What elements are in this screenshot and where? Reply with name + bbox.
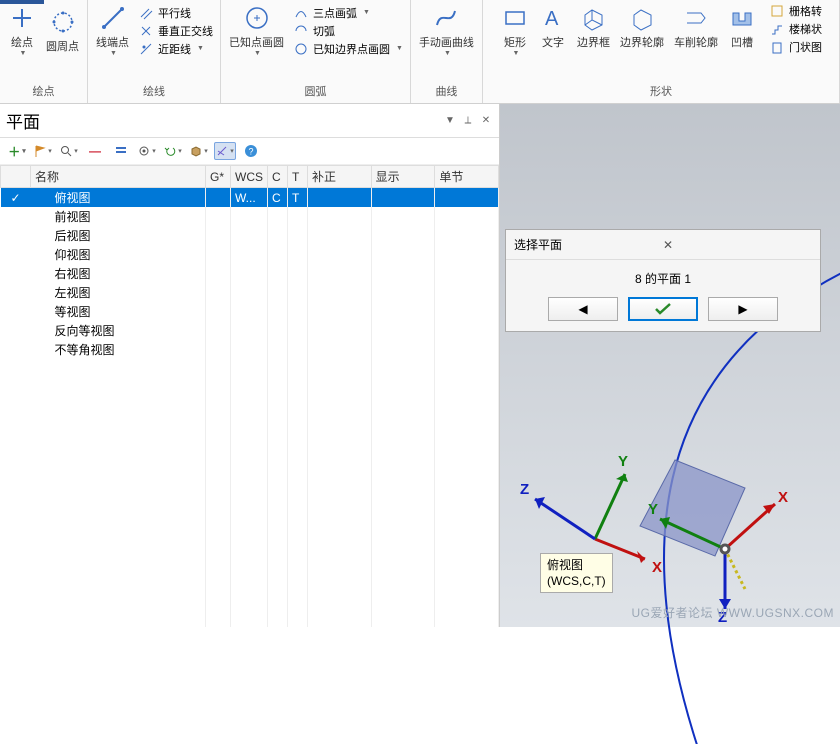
table-row[interactable]: ✓俯视图W...CT xyxy=(1,188,499,208)
planes-table: 名称 G* WCS C T 补正 显示 单节 ✓俯视图W...CT前视图后视图仰… xyxy=(0,165,499,627)
ribbon-group-arcs: 已知点画圆▼ 三点画弧▼ 切弧 已知边界点画圆▼ 圆弧 xyxy=(221,0,411,103)
axis-x-label-2: X xyxy=(778,489,788,506)
table-row[interactable]: 右视图 xyxy=(1,264,499,283)
planes-panel: 平面 ▼ ⟂ ✕ ＋▾ ▾ ▾ — ▾ ▾ ▾ ▾ ? 名称 G* xyxy=(0,104,500,627)
toolbar-undo-button[interactable]: ▾ xyxy=(162,142,184,160)
table-row[interactable] xyxy=(1,529,499,546)
dialog-status: 8 的平面 1 xyxy=(516,270,810,287)
groove-button[interactable]: 凹槽 xyxy=(724,2,760,52)
dialog-close-icon[interactable]: ✕ xyxy=(663,238,812,252)
toolbar-list-button[interactable] xyxy=(110,142,132,160)
rect-button[interactable]: 矩形▼ xyxy=(497,2,533,59)
toolbar-add-button[interactable]: ＋▾ xyxy=(6,142,28,160)
circle-point-button[interactable]: 圆周点 xyxy=(42,6,83,56)
dialog-title: 选择平面 xyxy=(514,236,663,253)
parallel-line-button[interactable]: 平行线 xyxy=(135,4,216,22)
door-button[interactable]: 门状图 xyxy=(766,38,825,56)
table-row[interactable] xyxy=(1,461,499,478)
axis-y-label-2: Y xyxy=(648,501,658,518)
table-row[interactable] xyxy=(1,410,499,427)
panel-toolbar: ＋▾ ▾ ▾ — ▾ ▾ ▾ ▾ ? xyxy=(0,138,499,165)
table-row[interactable]: 前视图 xyxy=(1,207,499,226)
toolbar-remove-button[interactable]: — xyxy=(84,142,106,160)
near-line-button[interactable]: 近距线▼ xyxy=(135,40,216,58)
dialog-next-button[interactable]: ▶ xyxy=(708,297,778,321)
table-row[interactable] xyxy=(1,376,499,393)
toolbar-gear-button[interactable]: ▾ xyxy=(136,142,158,160)
ribbon-group-shapes: 矩形▼ A文字 边界框 边界轮廓 车削轮廓 凹槽 栅格转 楼梯状 门状图 形状 xyxy=(483,0,840,103)
ribbon-group-points: 绘点▼ 圆周点 绘点 xyxy=(0,0,88,103)
known-edge-arc-button[interactable]: 已知边界点画圆▼ xyxy=(290,40,406,58)
table-header: 名称 G* WCS C T 补正 显示 单节 xyxy=(1,166,499,188)
table-row[interactable]: 不等角视图 xyxy=(1,340,499,359)
select-plane-dialog: 选择平面 ✕ 8 的平面 1 ◀ ▶ xyxy=(505,229,821,332)
table-row[interactable] xyxy=(1,580,499,597)
table-row[interactable] xyxy=(1,546,499,563)
viewport-geometry: X Y Z X Y Z xyxy=(500,424,840,624)
toolbar-search-button[interactable]: ▾ xyxy=(58,142,80,160)
table-row[interactable] xyxy=(1,512,499,529)
line-endpoint-button[interactable]: 线端点▼ xyxy=(92,2,133,59)
manual-spline-button[interactable]: 手动画曲线▼ xyxy=(415,2,478,59)
dialog-prev-button[interactable]: ◀ xyxy=(548,297,618,321)
table-row[interactable] xyxy=(1,359,499,376)
dialog-ok-button[interactable] xyxy=(628,297,698,321)
known-pt-arc-button[interactable]: 已知点画圆▼ xyxy=(225,2,288,59)
viewport-3d[interactable]: 选择平面 ✕ 8 的平面 1 ◀ ▶ X Y xyxy=(500,104,840,627)
panel-dropdown-icon[interactable]: ▼ xyxy=(443,114,457,128)
watermark: UG爱好者论坛 WWW.UGSNX.COM xyxy=(632,604,835,621)
toolbar-axes-button[interactable]: ▾ xyxy=(214,142,236,160)
toolbar-help-button[interactable]: ? xyxy=(240,142,262,160)
ribbon: 绘点▼ 圆周点 绘点 线端点▼ 平行线 垂直正交线 近距线▼ 绘线 xyxy=(0,0,840,104)
turning-button[interactable]: 车削轮廓 xyxy=(670,2,722,52)
table-row[interactable] xyxy=(1,614,499,627)
axis-z-label: Z xyxy=(520,481,529,498)
table-row[interactable] xyxy=(1,495,499,512)
axis-y-label: Y xyxy=(618,453,628,470)
table-row[interactable]: 等视图 xyxy=(1,302,499,321)
toolbar-box-button[interactable]: ▾ xyxy=(188,142,210,160)
panel-title: 平面 xyxy=(6,108,439,133)
panel-pin-icon[interactable]: ⟂ xyxy=(461,114,475,128)
svg-text:A: A xyxy=(545,8,559,30)
stair-button[interactable]: 楼梯状 xyxy=(766,20,825,38)
ribbon-group-lines: 线端点▼ 平行线 垂直正交线 近距线▼ 绘线 xyxy=(88,0,221,103)
three-pt-arc-button[interactable]: 三点画弧▼ xyxy=(290,4,406,22)
bbox-button[interactable]: 边界框 xyxy=(573,2,614,52)
perp-line-button[interactable]: 垂直正交线 xyxy=(135,22,216,40)
panel-close-icon[interactable]: ✕ xyxy=(479,114,493,128)
table-row[interactable]: 左视图 xyxy=(1,283,499,302)
sketch-point-button[interactable]: 绘点▼ xyxy=(4,2,40,59)
outline-button[interactable]: 边界轮廓 xyxy=(616,2,668,52)
table-row[interactable] xyxy=(1,393,499,410)
axis-x-label: X xyxy=(652,559,662,576)
table-row[interactable] xyxy=(1,427,499,444)
text-button[interactable]: A文字 xyxy=(535,2,571,52)
table-row[interactable]: 仰视图 xyxy=(1,245,499,264)
grid-rotate-button[interactable]: 栅格转 xyxy=(766,2,825,20)
table-row[interactable] xyxy=(1,597,499,614)
toolbar-flag-button[interactable]: ▾ xyxy=(32,142,54,160)
table-row[interactable] xyxy=(1,478,499,495)
tangent-arc-button[interactable]: 切弧 xyxy=(290,22,406,40)
svg-text:?: ? xyxy=(249,147,254,157)
ribbon-group-splines: 手动画曲线▼ 曲线 xyxy=(411,0,483,103)
table-row[interactable] xyxy=(1,444,499,461)
table-row[interactable] xyxy=(1,563,499,580)
table-row[interactable]: 反向等视图 xyxy=(1,321,499,340)
table-row[interactable]: 后视图 xyxy=(1,226,499,245)
view-label-tooltip: 俯视图 (WCS,C,T) xyxy=(540,553,613,593)
